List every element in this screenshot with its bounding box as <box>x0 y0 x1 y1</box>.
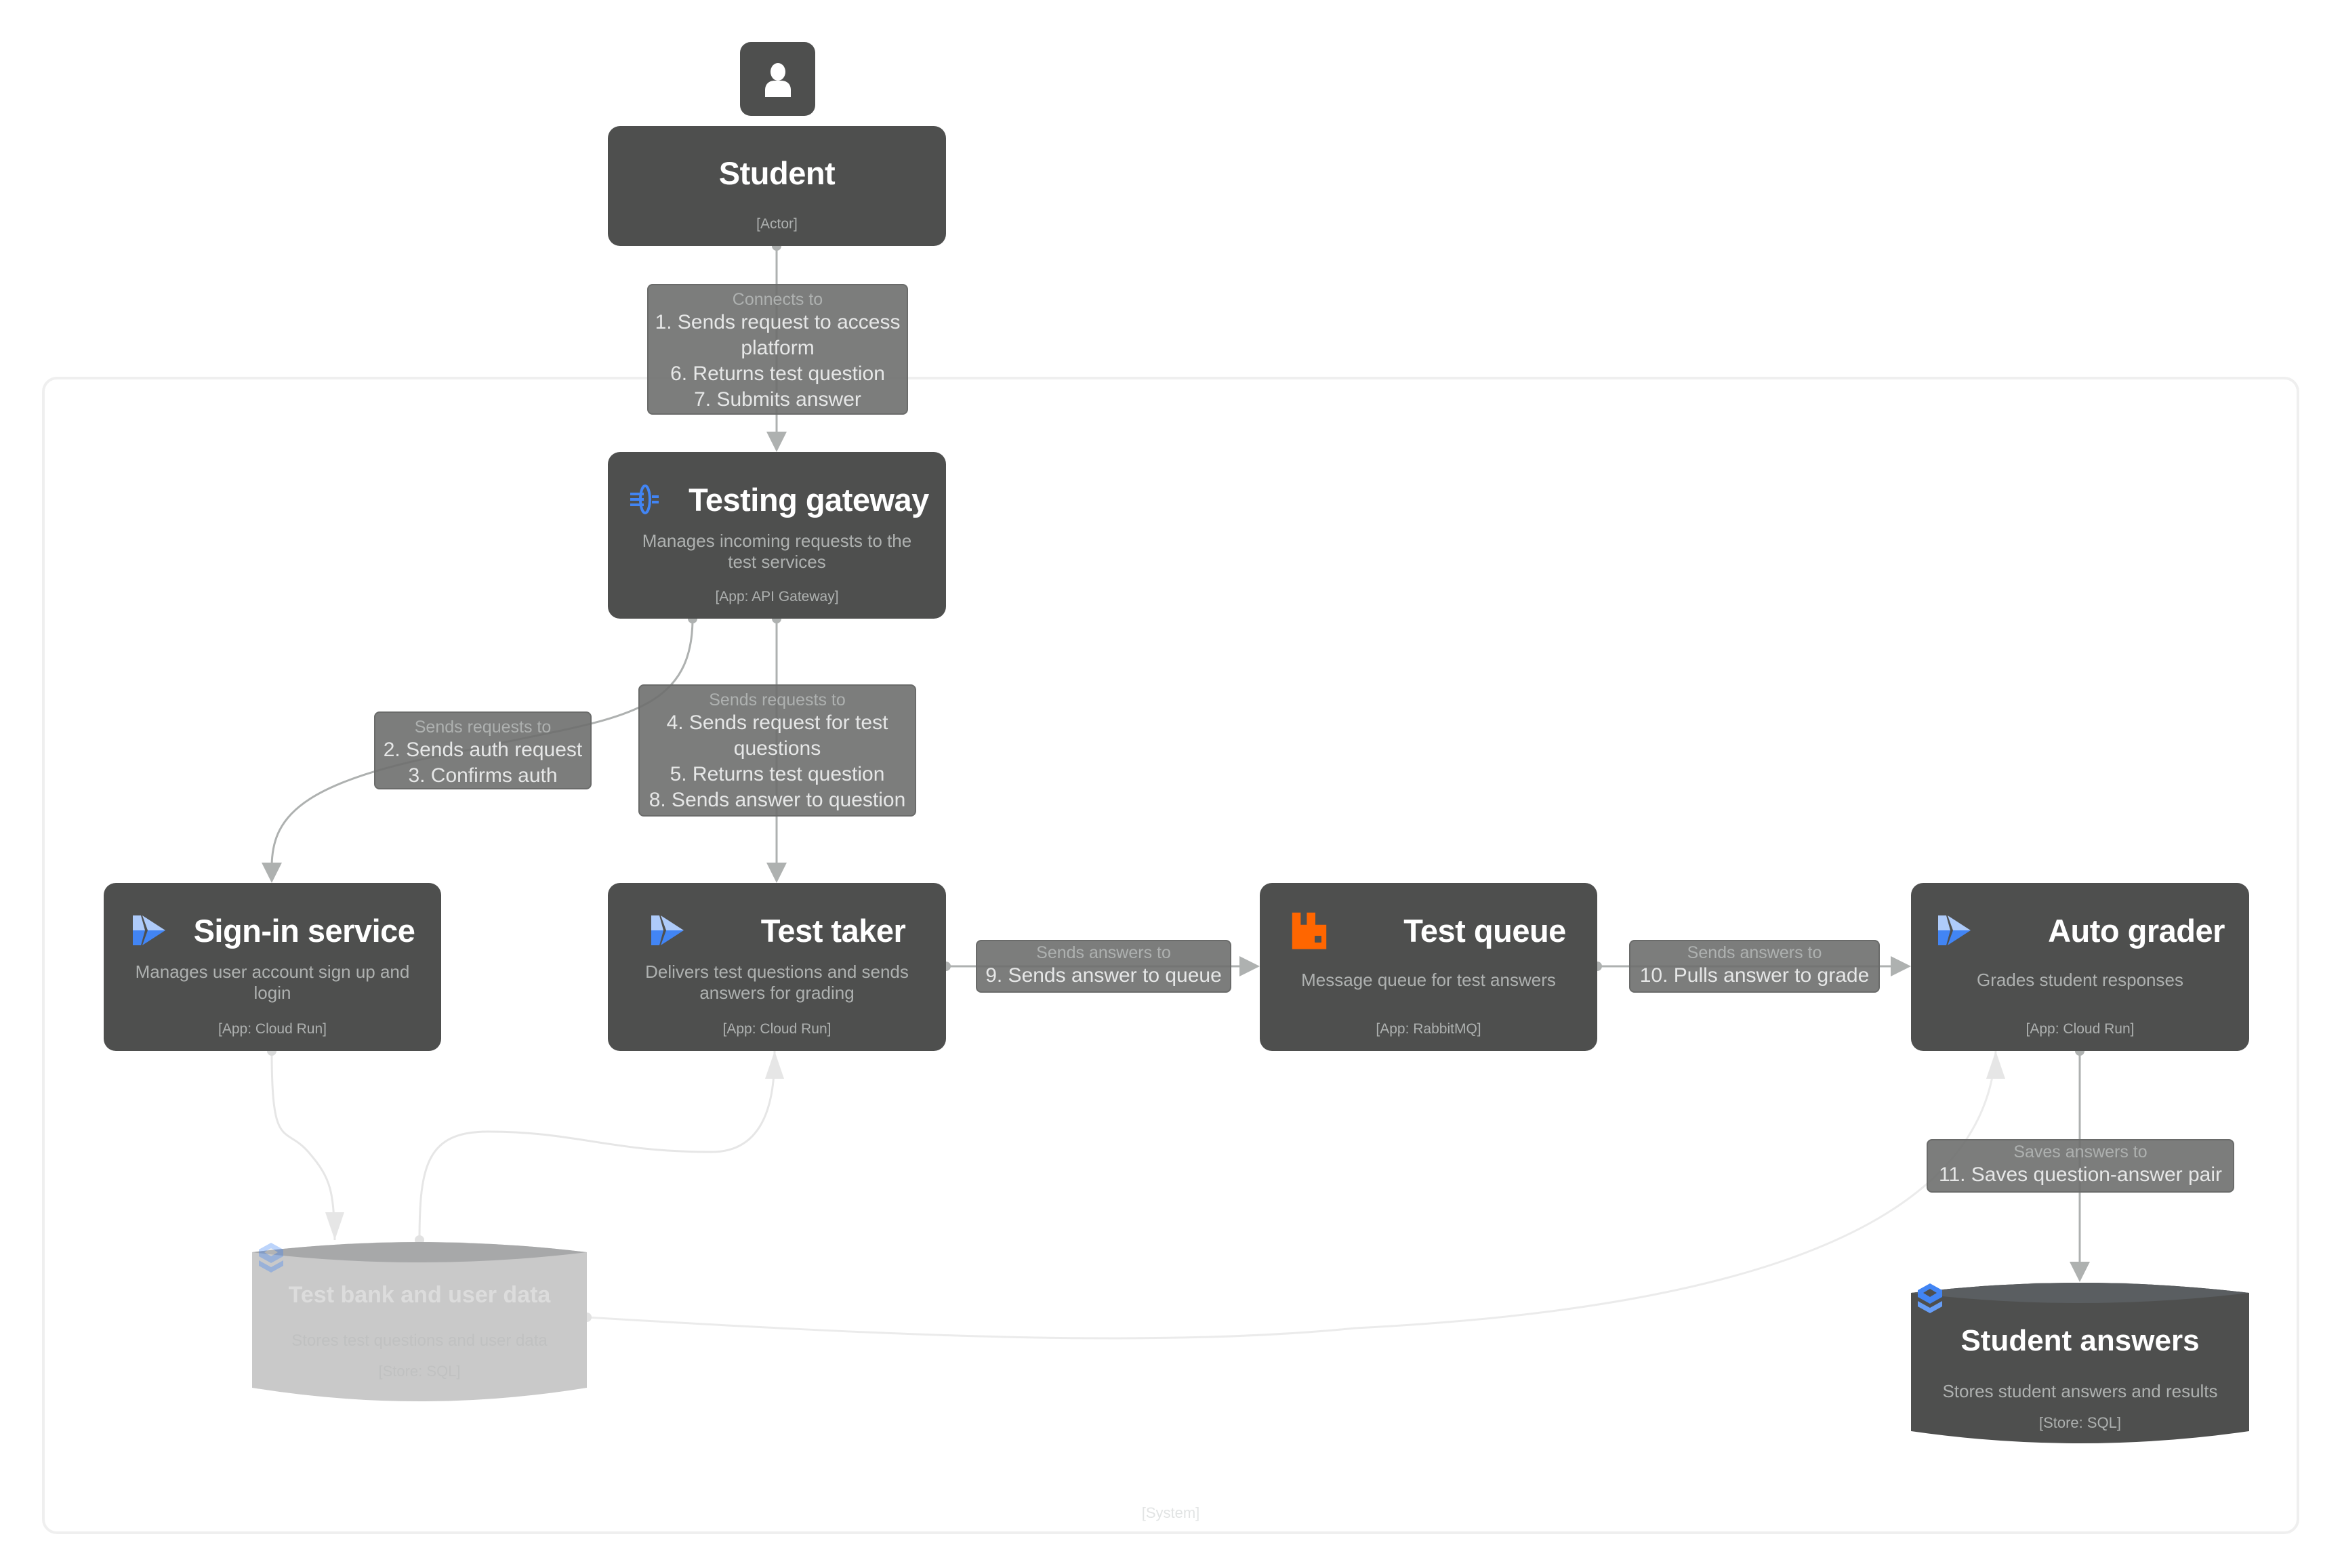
node-testing-gateway[interactable]: Testing gateway Manages incoming request… <box>608 452 946 619</box>
edge-label-line: 1. Sends request to access <box>655 311 901 333</box>
edge-testbank-grader <box>586 1050 1997 1340</box>
node-title: Test taker <box>760 912 906 949</box>
edge-label-grader-answers[interactable]: Saves answers to 11. Saves question-answ… <box>1927 1139 2234 1193</box>
title-row: Sign-in service <box>130 911 415 949</box>
node-tech: [App: API Gateway] <box>715 589 839 604</box>
node-desc: Manages user account sign up and login <box>135 962 410 1003</box>
node-tech: [App: Cloud Run] <box>722 1021 831 1037</box>
node-title: Test queue <box>1403 912 1566 949</box>
node-title: Student <box>718 155 836 191</box>
node-desc: Stores student answers and results <box>1942 1381 2218 1401</box>
title-row: Testing gateway <box>625 480 929 518</box>
node-desc: Message queue for test answers <box>1301 970 1556 990</box>
title-row: Test taker <box>649 911 906 949</box>
db-content: Test bank and user data Stores test ques… <box>252 1240 587 1404</box>
edge-label-gateway-taker[interactable]: Sends requests to 4. Sends request for t… <box>638 684 916 817</box>
edge-label-line: 10. Pulls answer to grade <box>1639 964 1870 987</box>
edge-label-taker-queue[interactable]: Sends answers to 9. Sends answer to queu… <box>976 940 1231 993</box>
cloud-sql-icon <box>259 1243 283 1273</box>
arrowhead <box>262 863 282 883</box>
node-title: Auto grader <box>2048 912 2225 949</box>
arrowhead <box>1986 1051 2005 1079</box>
edge-label-header: Sends requests to <box>414 718 552 737</box>
arrowhead <box>1891 956 1911 976</box>
arrowhead <box>766 432 787 452</box>
arrowhead <box>765 1051 784 1079</box>
title-row: Test queue <box>1291 911 1566 949</box>
db-content: Student answers Stores student answers a… <box>1911 1281 2249 1446</box>
node-tech: [Store: SQL] <box>2038 1414 2122 1431</box>
edge-label-line: 4. Sends request for test <box>666 711 888 734</box>
edge-label-line: 2. Sends auth request <box>383 739 583 761</box>
edge-signin-testbank <box>270 1050 336 1241</box>
arrowhead <box>766 863 787 883</box>
cloud-sql-icon <box>1918 1283 1942 1313</box>
node-tech: [Actor] <box>756 216 798 232</box>
node-test-bank-db[interactable]: Test bank and user data Stores test ques… <box>252 1240 587 1404</box>
title-row: Test bank and user data <box>259 1243 551 1308</box>
node-student[interactable]: Student [Actor] <box>608 126 946 246</box>
node-title: Testing gateway <box>689 481 929 518</box>
rabbitmq-icon <box>1292 912 1327 949</box>
arrowhead <box>1239 956 1260 976</box>
title-row: Student answers <box>1918 1283 2200 1358</box>
edge-label-student-gateway[interactable]: Connects to 1. Sends request to access p… <box>647 284 908 415</box>
arrowhead <box>325 1212 344 1240</box>
arrowhead <box>2070 1262 2090 1282</box>
node-student-answers-db[interactable]: Student answers Stores student answers a… <box>1911 1281 2249 1446</box>
title-row: Auto grader <box>1935 911 2225 949</box>
cloud-run-icon <box>651 915 684 945</box>
node-sign-in-service[interactable]: Sign-in service Manages user account sig… <box>104 883 441 1051</box>
edge-label-line: 3. Confirms auth <box>408 764 558 787</box>
cloud-run-icon <box>132 915 165 945</box>
node-test-queue[interactable]: Test queue Message queue for test answer… <box>1260 883 1597 1051</box>
edge-label-header: Sends answers to <box>1687 943 1822 962</box>
edge-label-line: platform <box>741 337 815 359</box>
node-title: Sign-in service <box>193 912 415 949</box>
node-test-taker[interactable]: Test taker Delivers test questions and s… <box>608 883 946 1051</box>
edge-label-header: Sends requests to <box>709 690 846 709</box>
edge-label-header: Connects to <box>732 290 823 309</box>
edge-label-line: 9. Sends answer to queue <box>985 964 1222 987</box>
node-tech: [App: Cloud Run] <box>2026 1021 2135 1037</box>
node-desc: Manages incoming requests to the test se… <box>642 531 912 572</box>
actor-icon-box <box>740 42 815 116</box>
node-desc: Delivers test questions and sends answer… <box>645 962 909 1003</box>
user-icon <box>764 62 791 97</box>
edge-label-queue-grader[interactable]: Sends answers to 10. Pulls answer to gra… <box>1629 940 1880 993</box>
node-tech: [App: Cloud Run] <box>218 1021 327 1037</box>
node-auto-grader[interactable]: Auto grader Grades student responses [Ap… <box>1911 883 2249 1051</box>
edge-label-line: questions <box>733 737 821 760</box>
edge-label-line: 8. Sends answer to question <box>649 789 906 811</box>
node-desc: Stores test questions and user data <box>291 1332 548 1350</box>
node-tech: [App: RabbitMQ] <box>1376 1021 1481 1037</box>
node-desc: Grades student responses <box>1977 970 2183 990</box>
edge-label-line: 5. Returns test question <box>670 763 885 785</box>
edge-label-gateway-signin[interactable]: Sends requests to 2. Sends auth request … <box>374 711 592 789</box>
edge-label-header: Sends answers to <box>1036 943 1171 962</box>
edge-label-header: Saves answers to <box>2013 1142 2148 1161</box>
edge-testbank-taker <box>418 1050 776 1241</box>
edge-label-line: 6. Returns test question <box>670 363 885 385</box>
api-gateway-icon <box>630 484 659 514</box>
edge-label-line: 11. Saves question-answer pair <box>1938 1163 2222 1186</box>
node-title: Student answers <box>1960 1324 2200 1357</box>
cloud-run-icon <box>1938 915 1971 945</box>
node-title: Test bank and user data <box>288 1282 551 1308</box>
edge-label-line: 7. Submits answer <box>694 388 861 411</box>
node-tech: [Store: SQL] <box>378 1363 461 1380</box>
